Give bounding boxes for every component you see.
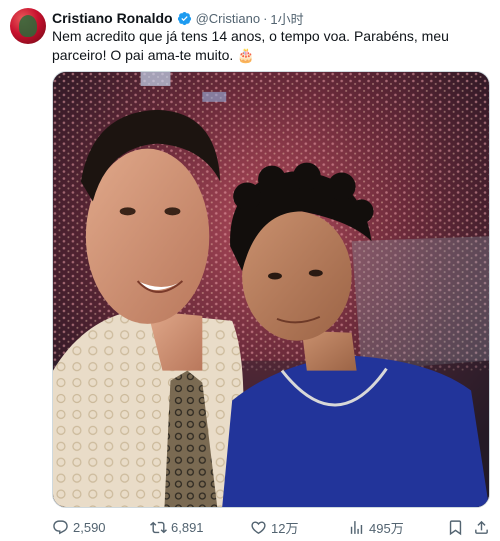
separator-dot: · xyxy=(263,10,268,26)
reply-button[interactable]: 2,590 xyxy=(52,516,106,538)
reply-count: 2,590 xyxy=(73,519,106,535)
share-button[interactable] xyxy=(473,516,490,538)
reply-icon xyxy=(53,519,68,534)
verified-badge-icon xyxy=(177,11,191,25)
author-name[interactable]: Cristiano Ronaldo xyxy=(52,10,173,26)
views-button[interactable]: 495万 xyxy=(348,516,404,538)
tweet-photo[interactable] xyxy=(52,71,490,508)
tweet-card: Cristiano Ronaldo @Cristiano · 1小时 Nem a… xyxy=(0,0,500,541)
tweet-actions: 2,590 6,891 12万 495万 xyxy=(52,516,490,538)
tweet-header: Cristiano Ronaldo @Cristiano · 1小时 xyxy=(52,9,304,27)
share-icon xyxy=(475,520,488,534)
bookmark-icon xyxy=(449,519,462,535)
like-count: 12万 xyxy=(271,520,299,536)
like-icon xyxy=(251,520,266,534)
like-button[interactable]: 12万 xyxy=(250,516,298,538)
post-time[interactable]: 1小时 xyxy=(270,9,303,28)
retweet-count: 6,891 xyxy=(171,519,204,535)
views-count: 495万 xyxy=(369,520,404,536)
views-icon xyxy=(350,520,363,534)
tweet-text: Nem acredito que já tens 14 anos, o temp… xyxy=(52,28,449,63)
author-handle[interactable]: @Cristiano xyxy=(196,11,261,26)
selfie-photo-illustration xyxy=(53,72,489,507)
retweet-icon xyxy=(150,521,167,533)
bookmark-button[interactable] xyxy=(447,516,464,538)
retweet-button[interactable]: 6,891 xyxy=(150,516,204,538)
author-avatar[interactable] xyxy=(10,8,46,44)
